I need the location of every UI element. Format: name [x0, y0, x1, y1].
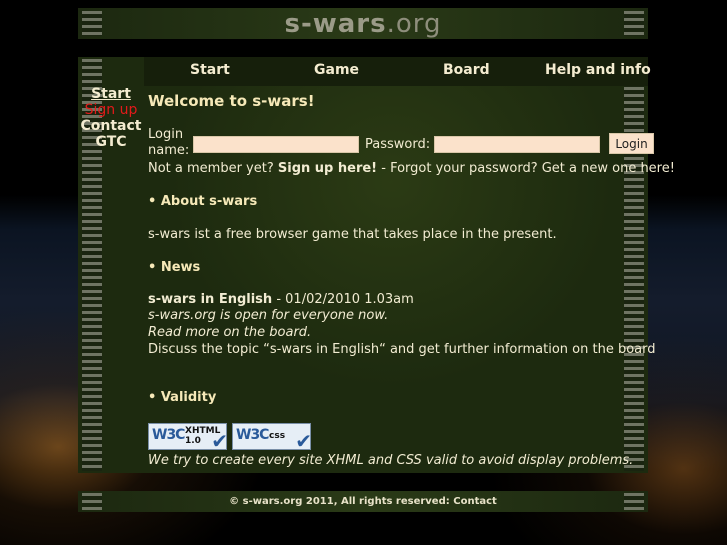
- sidebar-item-signup[interactable]: Sign up: [78, 102, 144, 118]
- news-title: s-wars in English: [148, 292, 273, 307]
- main-panel: Start Game Board Help and info Start Sig…: [78, 57, 675, 473]
- site-logo[interactable]: s-wars.org: [78, 9, 648, 39]
- login-name-input[interactable]: [193, 136, 359, 153]
- checkmark-icon: ✔: [295, 429, 312, 453]
- nav-help[interactable]: Help and info: [545, 62, 651, 78]
- footer-contact-link[interactable]: Contact: [453, 496, 497, 507]
- w3c-logo-text: W3C: [152, 427, 185, 443]
- top-navigation: Start Game Board Help and info: [144, 57, 651, 86]
- nav-game[interactable]: Game: [314, 62, 359, 78]
- forgot-password-link[interactable]: - Forgot your password? Get a new one he…: [381, 161, 675, 176]
- login-button[interactable]: Login: [609, 133, 654, 154]
- w3c-logo-text: W3C: [236, 427, 269, 443]
- nav-start[interactable]: Start: [190, 62, 230, 78]
- copyright-text: © s-wars.org 2011, All rights reserved:: [229, 496, 450, 507]
- sidebar-item-contact[interactable]: Contact: [78, 118, 144, 134]
- footer-bar: © s-wars.org 2011, All rights reserved: …: [78, 491, 648, 512]
- member-line: Not a member yet? Sign up here! - Forgot…: [148, 161, 675, 176]
- news-line-1: s-wars.org is open for everyone now.: [148, 308, 389, 323]
- checkmark-icon: ✔: [211, 429, 228, 453]
- page-title: Welcome to s-wars!: [148, 92, 315, 110]
- news-date: - 01/02/2010 1.03am: [276, 292, 414, 307]
- about-text: s-wars ist a free browser game that take…: [148, 227, 557, 242]
- login-name-label: Login name:: [148, 127, 190, 158]
- signup-link[interactable]: Sign up here!: [278, 161, 377, 176]
- w3c-css-badge[interactable]: W3C css ✔: [232, 423, 312, 453]
- member-prefix: Not a member yet?: [148, 161, 274, 176]
- logo-main-text: s-wars: [284, 9, 387, 39]
- css-label: css: [269, 431, 286, 441]
- w3c-xhtml-badge[interactable]: W3C XHTML 1.0 ✔: [148, 423, 228, 453]
- news-discuss-link[interactable]: Discuss the topic “s-wars in English“ an…: [148, 342, 656, 357]
- nav-board[interactable]: Board: [443, 62, 490, 78]
- password-input[interactable]: [434, 136, 600, 153]
- sidebar-item-start[interactable]: Start: [78, 86, 144, 102]
- filmstrip-left: [82, 493, 102, 510]
- sidebar-item-gtc[interactable]: GTC: [78, 134, 144, 150]
- about-heading: • About s-wars: [148, 194, 258, 209]
- filmstrip-right: [624, 493, 644, 510]
- news-heading: • News: [148, 260, 201, 275]
- filmstrip-right: [624, 59, 644, 471]
- header-bar: s-wars.org: [78, 8, 648, 39]
- validity-note: We try to create every site XHML and CSS…: [148, 453, 634, 468]
- password-label: Password:: [365, 137, 431, 152]
- news-header-line: s-wars in English - 01/02/2010 1.03am: [148, 292, 414, 307]
- news-line-2: Read more on the board.: [148, 325, 312, 340]
- logo-tld-text: .org: [386, 9, 442, 39]
- sidebar: Start Sign up Contact GTC: [78, 86, 144, 150]
- validity-heading: • Validity: [148, 390, 217, 405]
